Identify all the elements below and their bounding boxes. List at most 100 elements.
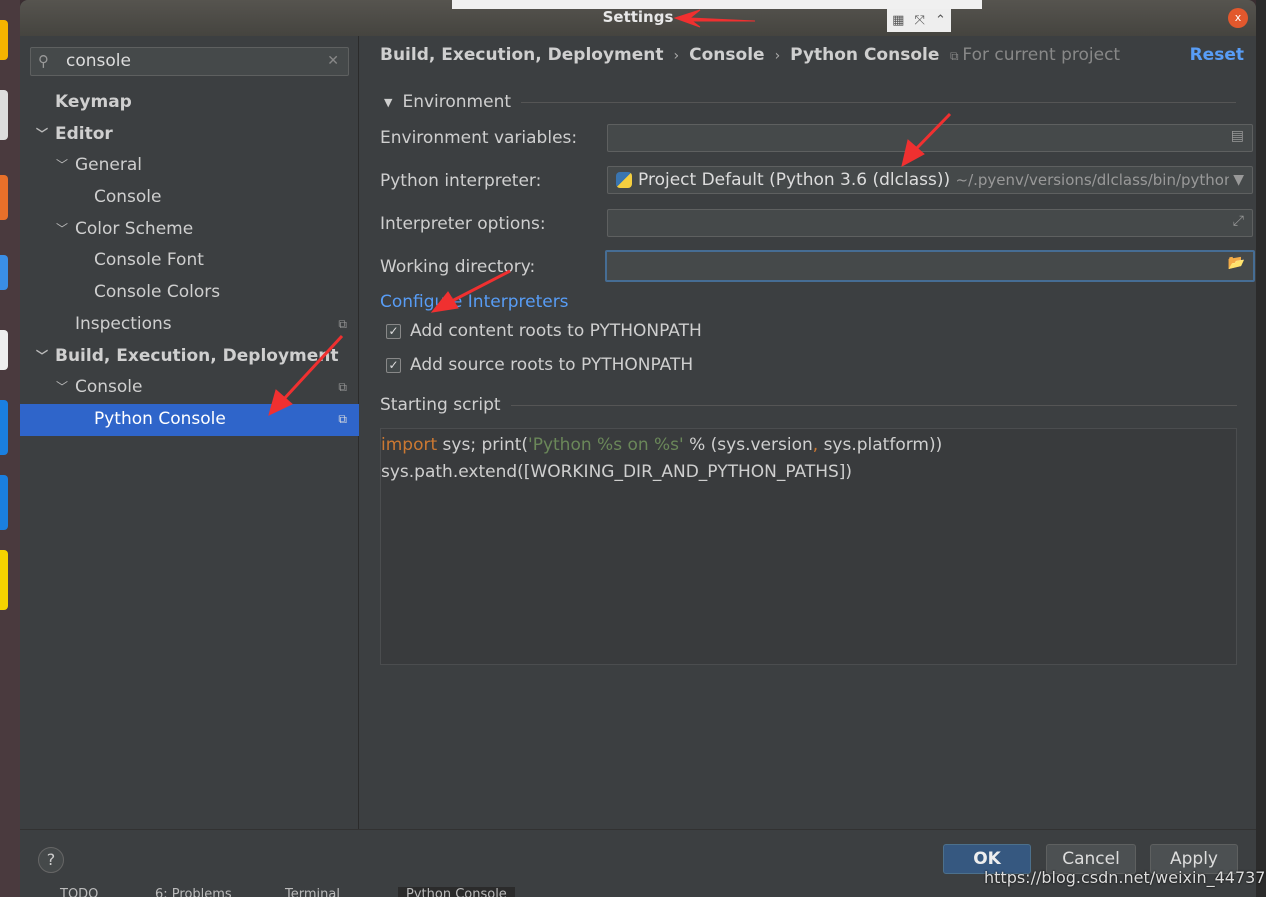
tree-label: Inspections <box>75 313 172 334</box>
python-icon <box>616 172 632 188</box>
tree-label: Console Font <box>94 250 204 271</box>
help-button[interactable]: ? <box>38 847 64 873</box>
folder-icon[interactable]: 📂 <box>1228 255 1245 271</box>
breadcrumb-item: Build, Execution, Deployment <box>380 45 664 65</box>
code-keyword: import <box>381 435 438 455</box>
working-directory-label: Working directory: <box>380 257 536 277</box>
tree-label: Color Scheme <box>75 218 194 239</box>
code-text: % (sys.version <box>683 435 813 455</box>
tool-tab-terminal[interactable]: Terminal <box>285 887 340 897</box>
watermark: https://blog.csdn.net/weixin_44737922 <box>984 868 1266 887</box>
window-title: Settings <box>602 8 674 26</box>
starting-script-section: Starting script <box>380 395 1237 415</box>
starting-script-editor[interactable]: import sys; print('Python %s on %s' % (s… <box>380 428 1237 665</box>
section-title: Starting script <box>380 395 501 415</box>
chevron-up-icon[interactable]: ⌃ <box>935 13 946 28</box>
settings-sidebar: ⚲ console ✕ Keymap ﹀ Editor ﹀ General Cons… <box>20 36 359 829</box>
interpreter-label: Python interpreter: <box>380 171 542 191</box>
settings-dialog: Settings ▦ ⤧ ⌃ x ⚲ console ✕ Keymap ﹀ Edito… <box>20 0 1256 886</box>
content-roots-checkbox[interactable]: ✓ Add content roots to PYTHONPATH <box>386 321 702 341</box>
tool-tab-todo[interactable]: TODO <box>60 887 98 897</box>
triangle-down-icon[interactable]: ▼ <box>384 96 392 109</box>
dropdown-arrow-icon[interactable]: ▼ <box>1229 167 1244 193</box>
tree-label: Keymap <box>55 92 132 112</box>
chevron-down-icon[interactable]: ﹀ <box>56 150 68 182</box>
checkbox-label: Add content roots to PYTHONPATH <box>410 321 702 341</box>
maximize-icon[interactable]: ⤧ <box>914 13 924 28</box>
interpreter-options-input[interactable]: ⤢ <box>607 209 1253 237</box>
divider <box>510 404 1237 406</box>
chevron-right-icon: › <box>673 48 680 64</box>
background-window <box>1256 0 1266 897</box>
chevron-right-icon: › <box>774 48 781 64</box>
overlay-strip <box>452 0 982 9</box>
document-icon[interactable]: ▤ <box>1231 128 1244 144</box>
tree-item-general[interactable]: ﹀ General <box>20 150 359 182</box>
code-string: 'Python %s on %s' <box>528 435 684 455</box>
scope-text: For current project <box>962 45 1121 65</box>
code-line: sys.path.extend([WORKING_DIR_AND_PYTHON_… <box>381 462 853 482</box>
expand-icon[interactable]: ⤢ <box>1233 213 1244 229</box>
tree-label: General <box>75 155 142 176</box>
tree-item-color-scheme[interactable]: ﹀ Color Scheme <box>20 214 359 246</box>
working-directory-input[interactable]: 📂 <box>605 250 1255 282</box>
tool-window-bar: TODO 6: Problems Terminal Python Console <box>20 886 1256 897</box>
checkbox-checked-icon[interactable]: ✓ <box>386 357 401 373</box>
tree-item-python-console[interactable]: Python Console ⧉ <box>20 403 359 436</box>
breadcrumb: Build, Execution, Deployment › Console › Pyt… <box>380 45 939 65</box>
reset-link[interactable]: Reset <box>1190 45 1244 65</box>
close-button[interactable]: x <box>1228 8 1248 28</box>
chevron-down-icon[interactable]: ﹀ <box>56 372 68 404</box>
env-vars-input[interactable]: ▤ <box>607 124 1253 152</box>
tree-label: Console <box>94 187 162 208</box>
project-scope-icon: ⧉ <box>338 316 347 331</box>
tree-item-general-console[interactable]: Console <box>20 182 359 214</box>
interpreter-options-label: Interpreter options: <box>380 214 546 234</box>
search-input[interactable]: ⚲ console ✕ <box>30 47 349 76</box>
scope-label: ⧉ For current project <box>950 45 1120 65</box>
tree-label: Editor <box>55 123 113 144</box>
code-text: sys.platform)) <box>818 435 943 455</box>
breadcrumb-item: Python Console <box>790 45 940 65</box>
chevron-down-icon[interactable]: ﹀ <box>36 341 48 373</box>
checkbox-checked-icon[interactable]: ✓ <box>386 323 401 339</box>
tree-item-editor[interactable]: ﹀ Editor <box>20 119 359 151</box>
chevron-down-icon[interactable]: ﹀ <box>36 119 48 151</box>
code-line: import sys; print('Python %s on %s' % (s… <box>381 432 1236 459</box>
clear-icon[interactable]: ✕ <box>327 48 339 75</box>
environment-section[interactable]: ▼ Environment <box>384 92 1236 112</box>
tree-label: Build, Execution, Deployment <box>55 345 339 366</box>
settings-content: Build, Execution, Deployment › Console › Pyt… <box>360 36 1256 829</box>
project-scope-icon: ⧉ <box>338 411 347 426</box>
interpreter-path: ~/.pyenv/versions/dlclass/bin/python <box>955 171 1234 189</box>
tree-label: Console <box>75 377 143 398</box>
tree-item-console-font[interactable]: Console Font <box>20 245 359 277</box>
tree-item-inspections[interactable]: Inspections ⧉ <box>20 309 359 341</box>
search-icon: ⚲ <box>38 52 49 70</box>
tree-label: Console Colors <box>94 282 221 303</box>
settings-tree: Keymap ﹀ Editor ﹀ General Console ﹀ Color S… <box>20 87 359 436</box>
project-scope-icon: ⧉ <box>338 380 347 395</box>
divider <box>521 101 1236 103</box>
grid-icon[interactable]: ▦ <box>892 13 904 28</box>
tree-item-build-execution-deployment[interactable]: ﹀ Build, Execution, Deployment <box>20 341 359 373</box>
tree-item-console-colors[interactable]: Console Colors <box>20 277 359 309</box>
tool-tab-python-console[interactable]: Python Console <box>398 887 515 897</box>
code-text: sys; print( <box>437 435 529 455</box>
interpreter-value: Project Default (Python 3.6 (dlclass)) <box>638 170 951 190</box>
tree-item-keymap[interactable]: Keymap <box>20 87 359 119</box>
interpreter-select[interactable]: Project Default (Python 3.6 (dlclass)) ~… <box>607 166 1253 194</box>
search-value: console <box>66 51 131 71</box>
tree-item-console[interactable]: ﹀ Console ⧉ <box>20 372 359 404</box>
source-roots-checkbox[interactable]: ✓ Add source roots to PYTHONPATH <box>386 355 693 375</box>
section-title: Environment <box>402 92 512 112</box>
project-scope-icon: ⧉ <box>950 49 963 63</box>
tool-tab-problems[interactable]: 6: Problems <box>155 887 232 897</box>
env-vars-label: Environment variables: <box>380 128 578 148</box>
checkbox-label: Add source roots to PYTHONPATH <box>410 355 694 375</box>
tree-label: Python Console <box>94 408 226 429</box>
configure-interpreters-link[interactable]: Configure Interpreters <box>380 292 569 312</box>
chevron-down-icon[interactable]: ﹀ <box>56 214 68 246</box>
window-controls[interactable]: ▦ ⤧ ⌃ <box>887 8 951 32</box>
breadcrumb-item: Console <box>689 45 765 65</box>
